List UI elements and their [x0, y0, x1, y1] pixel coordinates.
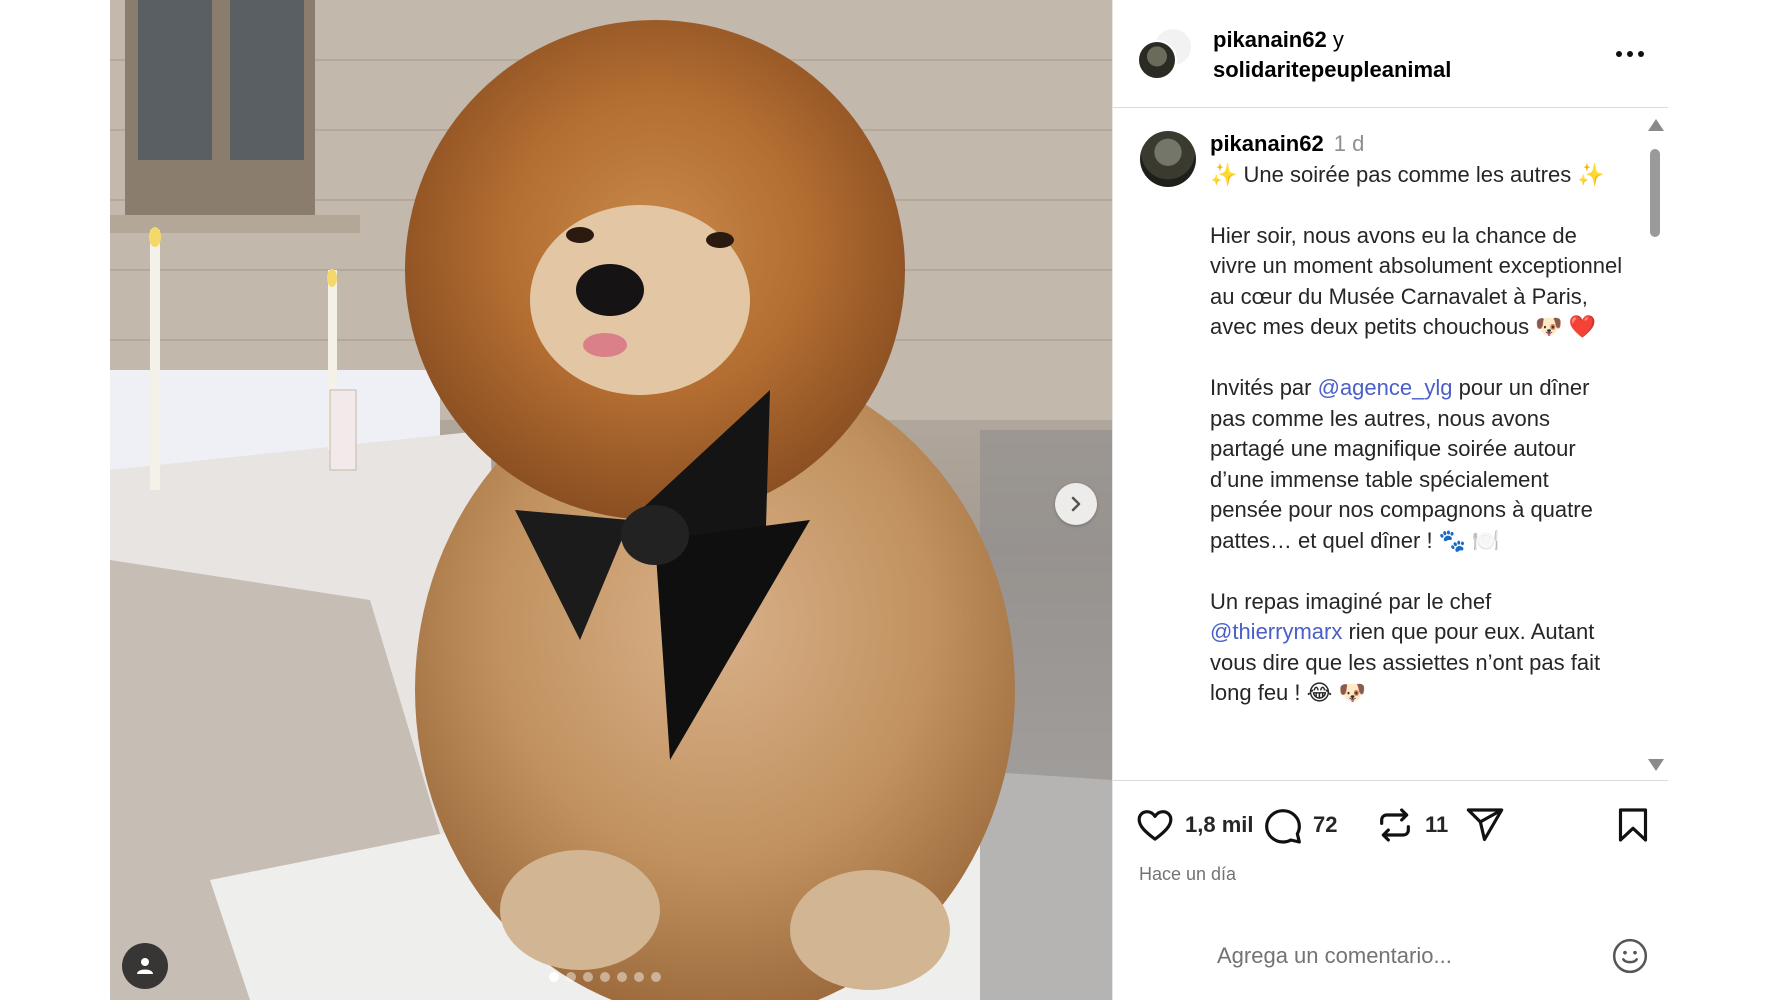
caption-text: pikanain62 1 d ✨ Une soirée pas comme les… [1210, 129, 1625, 709]
smiley-icon [1612, 938, 1648, 974]
carousel-dot [617, 972, 627, 982]
caption-text-fragment: Invités par [1210, 375, 1318, 400]
bookmark-icon [1618, 808, 1648, 842]
caption-paragraph-2: Invités par @agence_ylg pour un dîner pa… [1210, 373, 1625, 556]
caption-line-1: ✨ Une soirée pas comme les autres ✨ [1210, 161, 1605, 187]
caption-text-fragment: Un repas imaginé par le chef [1210, 588, 1498, 614]
scrollbar-thumb[interactable] [1650, 149, 1660, 237]
carousel-dot [634, 972, 644, 982]
mention-link[interactable]: @agence_ylg [1318, 375, 1453, 400]
add-comment-row [1113, 925, 1668, 985]
collaborator-username-link[interactable]: solidaritepeupleanimal [1213, 57, 1451, 82]
action-bar: 1,8 mil 72 11 [1113, 800, 1668, 850]
post-media[interactable] [110, 0, 1112, 1000]
repost-icon [1380, 808, 1410, 842]
user-tags-button[interactable] [122, 943, 168, 989]
more-options-button[interactable] [1616, 40, 1650, 68]
mention-link[interactable]: @thierrymarx [1210, 619, 1342, 644]
caption-timestamp[interactable]: 1 d [1334, 131, 1365, 156]
more-dot-icon [1627, 51, 1633, 57]
post-authors: pikanain62 y solidaritepeupleanimal [1213, 25, 1451, 85]
carousel-dot [566, 972, 576, 982]
comment-count: 72 [1313, 812, 1338, 837]
carousel-dot [651, 972, 661, 982]
like-button[interactable]: 1,8 mil [1135, 800, 1253, 850]
like-count[interactable]: 1,8 mil [1185, 812, 1253, 838]
share-button[interactable] [1465, 800, 1505, 850]
emoji-picker-button[interactable] [1610, 936, 1650, 976]
carousel-dot [600, 972, 610, 982]
scroll-up-arrow-icon[interactable] [1648, 119, 1664, 131]
repost-count: 11 [1425, 812, 1449, 837]
caption-paragraph-1: Hier soir, nous avons eu la chance de vi… [1210, 222, 1629, 340]
post-date[interactable]: Hace un día [1139, 864, 1236, 885]
more-dot-icon [1638, 51, 1644, 57]
carousel-dot [549, 972, 559, 982]
comment-input[interactable] [1217, 939, 1597, 973]
save-button[interactable] [1613, 800, 1653, 850]
scroll-down-arrow-icon[interactable] [1648, 759, 1664, 771]
post-photo [110, 0, 1112, 1000]
comment-button[interactable]: 72 [1263, 800, 1337, 850]
caption-paragraph-3: Un repas imaginé par le chef @thierrymar… [1210, 587, 1625, 709]
repost-button[interactable]: 11 [1375, 800, 1448, 850]
caption-text-fragment: pour un dîner pas comme les autres, nous… [1210, 375, 1599, 553]
post-header: pikanain62 y solidaritepeupleanimal [1113, 0, 1668, 108]
send-icon [1466, 808, 1504, 842]
more-dot-icon [1616, 51, 1622, 57]
caption-scrollbar[interactable] [1646, 109, 1664, 780]
carousel-indicator [549, 972, 661, 982]
avatar-author [1137, 40, 1177, 80]
heart-icon [1137, 810, 1173, 841]
authors-joiner: y [1326, 27, 1344, 52]
carousel-dot [583, 972, 593, 982]
caption-username-link[interactable]: pikanain62 [1210, 131, 1324, 156]
author-username-link[interactable]: pikanain62 [1213, 27, 1327, 52]
collab-avatars[interactable] [1137, 27, 1193, 83]
chevron-right-icon [1071, 496, 1081, 512]
carousel-next-button[interactable] [1055, 483, 1097, 525]
comment-bubble-icon [1265, 809, 1301, 844]
user-tag-icon [137, 958, 153, 974]
caption-scroll-area[interactable]: pikanain62 1 d ✨ Une soirée pas comme les… [1113, 109, 1668, 781]
caption-author-avatar[interactable] [1140, 131, 1196, 187]
instagram-post-view: pikanain62 y solidaritepeupleanimal pika… [0, 0, 1777, 1000]
post-details-panel: pikanain62 y solidaritepeupleanimal pika… [1112, 0, 1668, 1000]
